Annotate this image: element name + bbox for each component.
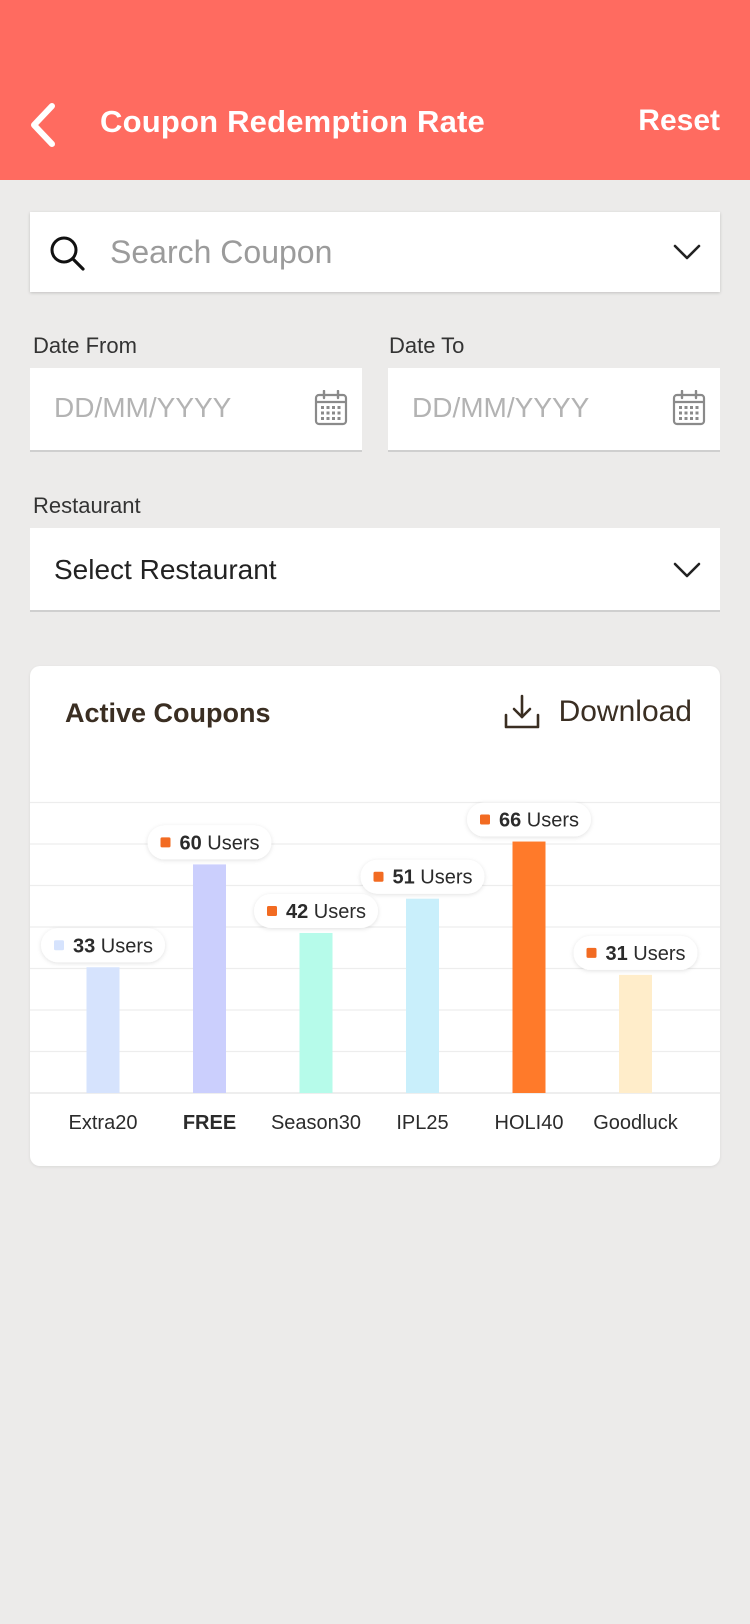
date-to-field[interactable]: DD/MM/YYYY [388,368,720,452]
chevron-down-icon[interactable] [672,560,702,580]
value-number: 31 [606,943,628,965]
legend-marker [267,905,277,916]
value-label: 60 Users [147,825,272,860]
category-label: FREE [183,1112,236,1134]
value-label: 51 Users [360,859,485,894]
value-text: 66 Users [499,810,579,832]
value-text: 33 Users [73,935,153,957]
search-coupon-field[interactable] [30,212,720,292]
category-label: Extra20 [69,1112,138,1134]
date-from-field[interactable]: DD/MM/YYYY [30,368,362,452]
value-unit: Users [628,943,686,965]
value-label: 31 Users [573,935,698,970]
value-label: 66 Users [467,802,591,837]
value-unit: Users [202,832,260,854]
restaurant-label: Restaurant [33,493,141,518]
bar [193,864,226,1093]
value-unit: Users [95,935,153,957]
reset-button[interactable]: Reset [638,104,720,138]
category-label: IPL25 [396,1112,448,1134]
value-unit: Users [415,867,473,889]
value-text: 31 Users [606,943,686,965]
calendar-icon[interactable] [672,390,706,426]
category-label: Goodluck [593,1112,678,1134]
value-text: 60 Users [180,832,260,854]
value-unit: Users [521,810,579,832]
legend-marker [373,871,384,882]
value-number: 51 [393,867,415,889]
value-number: 33 [73,935,95,957]
page-title: Coupon Redemption Rate [100,104,485,139]
back-arrow-icon[interactable] [26,100,62,150]
legend-marker [54,940,64,951]
app-header: Coupon Redemption Rate Reset [0,0,750,180]
bar [512,841,546,1093]
date-to-label: Date To [389,333,465,358]
value-unit: Users [308,901,366,923]
value-label: 33 Users [41,928,165,963]
restaurant-select[interactable]: Select Restaurant [30,528,720,612]
date-from-label: Date From [33,333,137,358]
value-label: 42 Users [254,893,378,928]
category-label: HOLI40 [495,1112,564,1134]
bar [619,974,652,1093]
chevron-down-icon[interactable] [672,242,702,262]
date-from-placeholder: DD/MM/YYYY [54,392,232,423]
date-to-placeholder: DD/MM/YYYY [412,392,590,423]
calendar-icon[interactable] [314,390,348,426]
restaurant-select-value: Select Restaurant [54,554,277,585]
legend-marker [586,947,597,958]
search-input[interactable] [110,212,630,292]
bar [406,898,439,1093]
category-label: Season30 [271,1112,361,1134]
active-coupons-card: Active Coupons Download Extra20 33 Users F… [30,666,720,1166]
legend-marker [480,814,490,825]
value-text: 42 Users [286,901,366,923]
value-number: 66 [499,810,521,832]
value-number: 42 [286,901,308,923]
search-icon [50,236,85,271]
bar [86,967,120,1093]
value-text: 51 Users [393,867,473,889]
coupon-bar-chart: Extra20 33 Users FREE 60 Users Season30 42 Us… [30,801,720,1134]
bar [299,932,333,1093]
value-number: 60 [180,832,202,854]
legend-marker [160,837,171,848]
